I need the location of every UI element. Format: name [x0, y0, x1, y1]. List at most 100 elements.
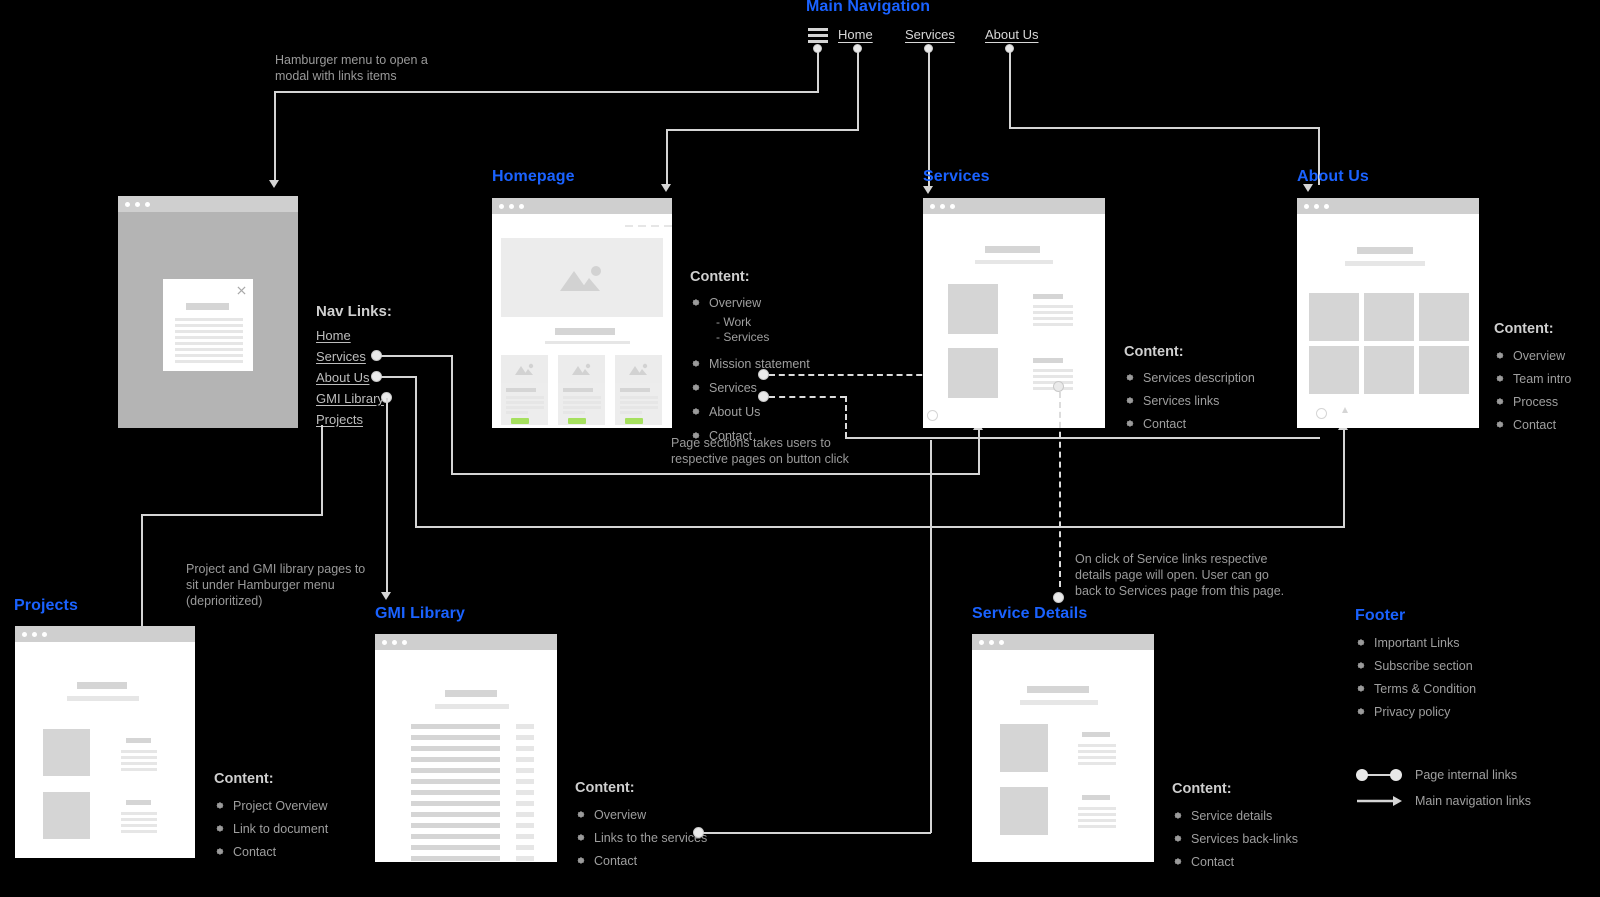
project-line [121, 756, 157, 759]
internal-link-dot-about-start [758, 391, 769, 402]
gear-icon [1496, 421, 1504, 428]
note-page-sections: Page sections takes users to respective … [671, 436, 849, 466]
detail-image-block [1000, 724, 1048, 772]
content-heading-about-us: Content: [1494, 321, 1554, 337]
connector-hamburger-arrow [269, 180, 279, 188]
card-cta-button[interactable] [625, 418, 643, 424]
content-item: About Us [690, 400, 810, 423]
connector-home-arrow [661, 184, 671, 192]
services-backlink-dot [927, 410, 938, 421]
content-item-label: Subscribe section [1374, 658, 1473, 673]
card-cta-button[interactable] [568, 418, 586, 424]
page-title-block [985, 246, 1040, 253]
internal-link-services [769, 374, 932, 376]
connector-home-h [666, 129, 859, 131]
browser-chrome-bar [118, 196, 298, 212]
project-line [121, 762, 157, 765]
wireframe-body [15, 642, 195, 858]
project-line [121, 812, 157, 815]
internal-link-about-h [769, 396, 846, 398]
list-row-title [411, 801, 500, 806]
page-title-gmi-library: GMI Library [375, 605, 466, 622]
modal-line [175, 324, 243, 327]
nav-link-about-us[interactable]: About Us [316, 370, 369, 385]
gear-icon [1496, 375, 1504, 382]
wireframe-about-us [1297, 198, 1479, 428]
nav-link-projects[interactable]: Projects [316, 412, 363, 427]
content-item-label: Project Overview [233, 798, 328, 813]
page-sub-block [67, 696, 139, 701]
detail-heading-block [1082, 795, 1110, 800]
project-line [121, 830, 157, 833]
wireframe-body [1297, 214, 1479, 428]
content-item-label: Team intro [1513, 371, 1572, 386]
gear-icon [577, 811, 585, 818]
list-row-title [411, 779, 500, 784]
content-item: Privacy policy [1355, 700, 1476, 723]
list-row-title [411, 845, 500, 850]
nav-link-gmi-library[interactable]: GMI Library [316, 391, 384, 406]
card-line [506, 396, 544, 399]
detail-line [1078, 762, 1116, 765]
modal-line [175, 360, 243, 363]
content-item: Important Links [1355, 631, 1476, 654]
content-item: Contact [1124, 412, 1255, 435]
list-row-title [411, 790, 500, 795]
navlink-about-v2 [1343, 428, 1345, 527]
nav-dash [664, 225, 672, 227]
main-nav-link-symbol [1357, 796, 1402, 806]
close-icon[interactable] [237, 286, 246, 295]
list-row-title [411, 757, 500, 762]
project-image-block [43, 792, 90, 839]
nav-links-heading: Nav Links: [316, 303, 392, 320]
list-row-title [411, 812, 500, 817]
section-image-block [948, 348, 998, 398]
browser-chrome-bar [923, 198, 1105, 214]
list-row-meta [516, 834, 534, 839]
note-hamburger: Hamburger menu to open a modal with link… [275, 53, 428, 83]
note-service-details: On click of Service links respective det… [1075, 552, 1285, 598]
topnav-item-home[interactable]: Home [838, 27, 873, 42]
content-item: Mission statement [690, 352, 810, 375]
wireframe-service-details [972, 634, 1154, 862]
connector-services-v [928, 52, 930, 187]
page-title-block [1027, 686, 1089, 693]
gear-icon [1174, 858, 1182, 865]
content-heading-services: Content: [1124, 344, 1184, 360]
project-line [121, 818, 157, 821]
gear-icon [1357, 685, 1365, 692]
content-heading-homepage: Content: [690, 269, 750, 285]
card-line [506, 411, 528, 414]
nav-link-home[interactable]: Home [316, 328, 351, 343]
team-photo [1419, 293, 1469, 341]
content-item-label: Privacy policy [1374, 704, 1451, 719]
content-item-label: Important Links [1374, 635, 1460, 650]
modal-line [175, 342, 243, 345]
list-row-meta [516, 856, 534, 861]
content-item: Services links [1124, 389, 1255, 412]
gear-icon [577, 834, 585, 841]
topnav-item-about-us[interactable]: About Us [985, 27, 1038, 42]
list-row-meta [516, 746, 534, 751]
gear-icon [692, 408, 700, 415]
modal-line [175, 318, 243, 321]
card-line [563, 411, 585, 414]
nav-link-services[interactable]: Services [316, 349, 366, 364]
content-item-label: Overview [1513, 348, 1566, 363]
section-line [1033, 323, 1073, 326]
connector-home-v1 [857, 52, 859, 130]
legend-label-main-nav: Main navigation links [1415, 794, 1532, 808]
card-title [506, 388, 536, 392]
topnav-item-services[interactable]: Services [905, 27, 955, 42]
card-cta-button[interactable] [511, 418, 529, 424]
about-backlink-dot [1316, 408, 1327, 419]
content-item: Overview [690, 291, 810, 314]
navlink-gmi-v [386, 398, 388, 593]
section-line [1033, 311, 1073, 314]
project-line [121, 750, 157, 753]
section-heading-block [1033, 294, 1063, 299]
content-item-label: Contact [1143, 416, 1187, 431]
content-heading-service-details: Content: [1172, 781, 1232, 797]
page-title-projects: Projects [14, 597, 78, 614]
gear-icon [1357, 639, 1365, 646]
